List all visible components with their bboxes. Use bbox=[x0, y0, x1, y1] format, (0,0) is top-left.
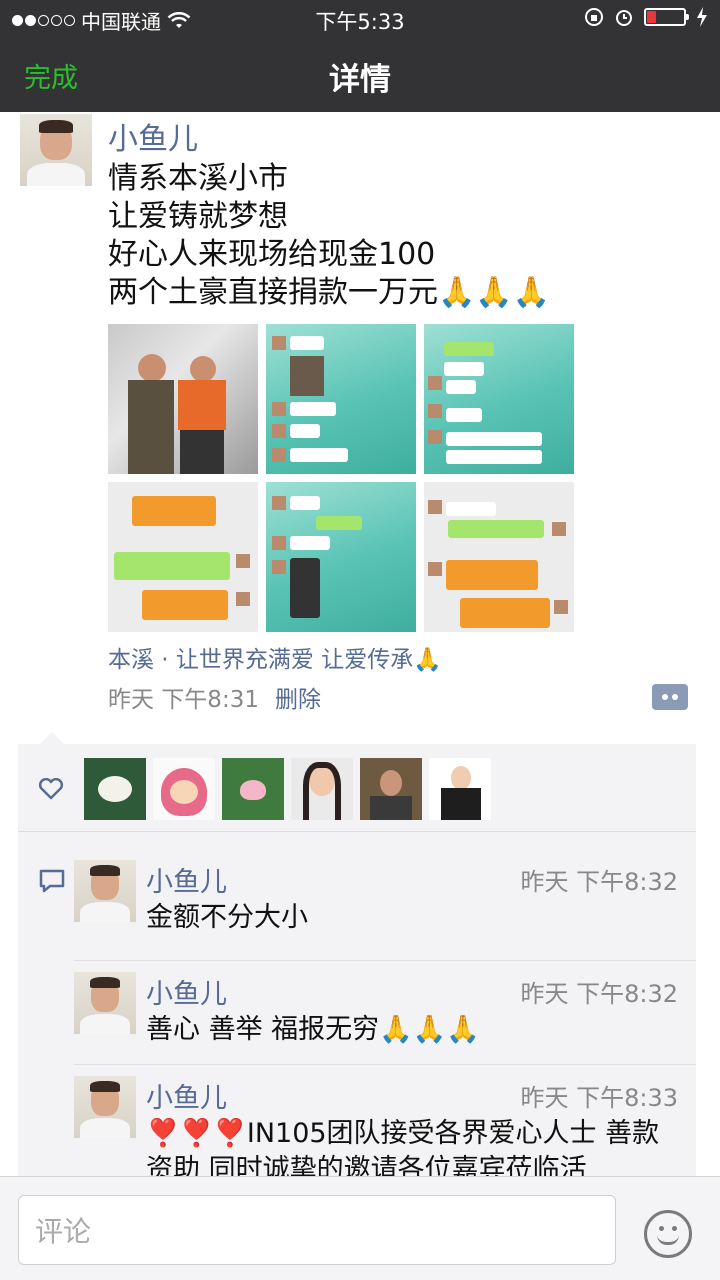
comment-divider bbox=[74, 960, 696, 961]
liker-avatar[interactable] bbox=[153, 758, 215, 820]
alarm-icon bbox=[616, 10, 632, 26]
heart-icon bbox=[38, 778, 64, 800]
comment-text: 金额不分大小 bbox=[146, 902, 308, 933]
liker-avatar[interactable] bbox=[429, 758, 491, 820]
comment-input[interactable]: 评论 bbox=[18, 1195, 616, 1265]
post-author-name[interactable]: 小鱼儿 bbox=[108, 114, 198, 158]
liker-avatar[interactable] bbox=[360, 758, 422, 820]
liker-avatar[interactable] bbox=[222, 758, 284, 820]
orientation-lock-icon bbox=[585, 8, 603, 26]
comment-item[interactable]: 小鱼儿 昨天 下午8:33 ❣️❣️❣️IN105团队接受各界爱心人士 善款资助… bbox=[74, 1076, 696, 1176]
post-line: 让爱铸就梦想 bbox=[108, 199, 288, 234]
post-location[interactable]: 本溪 · 让世界充满爱 让爱传承🙏 bbox=[108, 640, 442, 674]
commenter-avatar[interactable] bbox=[74, 972, 136, 1034]
status-bar: 中国联通 下午5:33 bbox=[0, 0, 720, 36]
post-text: 情系本溪小市 让爱铸就梦想 好心人来现场给现金100 两个土豪直接捐款一万元🙏🙏… bbox=[108, 160, 550, 312]
comment-item[interactable]: 小鱼儿 昨天 下午8:32 金额不分大小 bbox=[74, 860, 696, 952]
delete-button[interactable]: 删除 bbox=[275, 687, 321, 713]
liker-avatar[interactable] bbox=[84, 758, 146, 820]
post-meta: 昨天 下午8:31 删除 bbox=[108, 680, 321, 714]
commenter-avatar[interactable] bbox=[74, 1076, 136, 1138]
commenter-avatar[interactable] bbox=[74, 860, 136, 922]
nav-bar: 完成 详情 bbox=[0, 36, 720, 112]
emoji-icon[interactable] bbox=[644, 1210, 692, 1258]
comment-text: ❣️❣️❣️IN105团队接受各界爱心人士 善款资助 同时诚挚的邀请各位嘉宾莅临… bbox=[146, 1118, 660, 1176]
more-actions-button[interactable] bbox=[652, 684, 688, 710]
commenter-name[interactable]: 小鱼儿 bbox=[146, 972, 227, 1011]
post-image-2[interactable] bbox=[266, 324, 416, 474]
comment-time: 昨天 下午8:32 bbox=[520, 980, 678, 1008]
comment-icon bbox=[39, 869, 65, 893]
post-line: 好心人来现场给现金100 bbox=[108, 237, 436, 272]
post-image-4[interactable] bbox=[108, 482, 258, 632]
charging-icon bbox=[697, 7, 707, 27]
likes-row bbox=[18, 744, 696, 832]
comment-time: 昨天 下午8:32 bbox=[520, 868, 678, 896]
post-image-6[interactable] bbox=[424, 482, 574, 632]
comment-time: 昨天 下午8:33 bbox=[520, 1084, 678, 1112]
comment-item[interactable]: 小鱼儿 昨天 下午8:32 善心 善举 福报无穷🙏🙏🙏 bbox=[74, 972, 696, 1064]
comment-divider bbox=[74, 1064, 696, 1065]
post-image-1[interactable] bbox=[108, 324, 258, 474]
commenter-name[interactable]: 小鱼儿 bbox=[146, 860, 227, 899]
post-time: 昨天 下午8:31 bbox=[108, 687, 259, 713]
battery-icon bbox=[644, 8, 689, 26]
post-line: 两个土豪直接捐款一万元🙏🙏🙏 bbox=[108, 275, 551, 310]
post-line: 情系本溪小市 bbox=[108, 161, 288, 196]
comment-text: 善心 善举 福报无穷🙏🙏🙏 bbox=[146, 1014, 481, 1045]
page-title: 详情 bbox=[329, 62, 391, 98]
likes-comments-panel: 小鱼儿 昨天 下午8:32 金额不分大小 小鱼儿 昨天 下午8:32 善心 善举… bbox=[18, 732, 696, 1176]
post-author-avatar[interactable] bbox=[20, 114, 92, 186]
comment-input-bar: 评论 bbox=[0, 1176, 720, 1280]
post-image-3[interactable] bbox=[424, 324, 574, 474]
commenter-name[interactable]: 小鱼儿 bbox=[146, 1076, 227, 1115]
post-image-5[interactable] bbox=[266, 482, 416, 632]
liker-avatar[interactable] bbox=[291, 758, 353, 820]
